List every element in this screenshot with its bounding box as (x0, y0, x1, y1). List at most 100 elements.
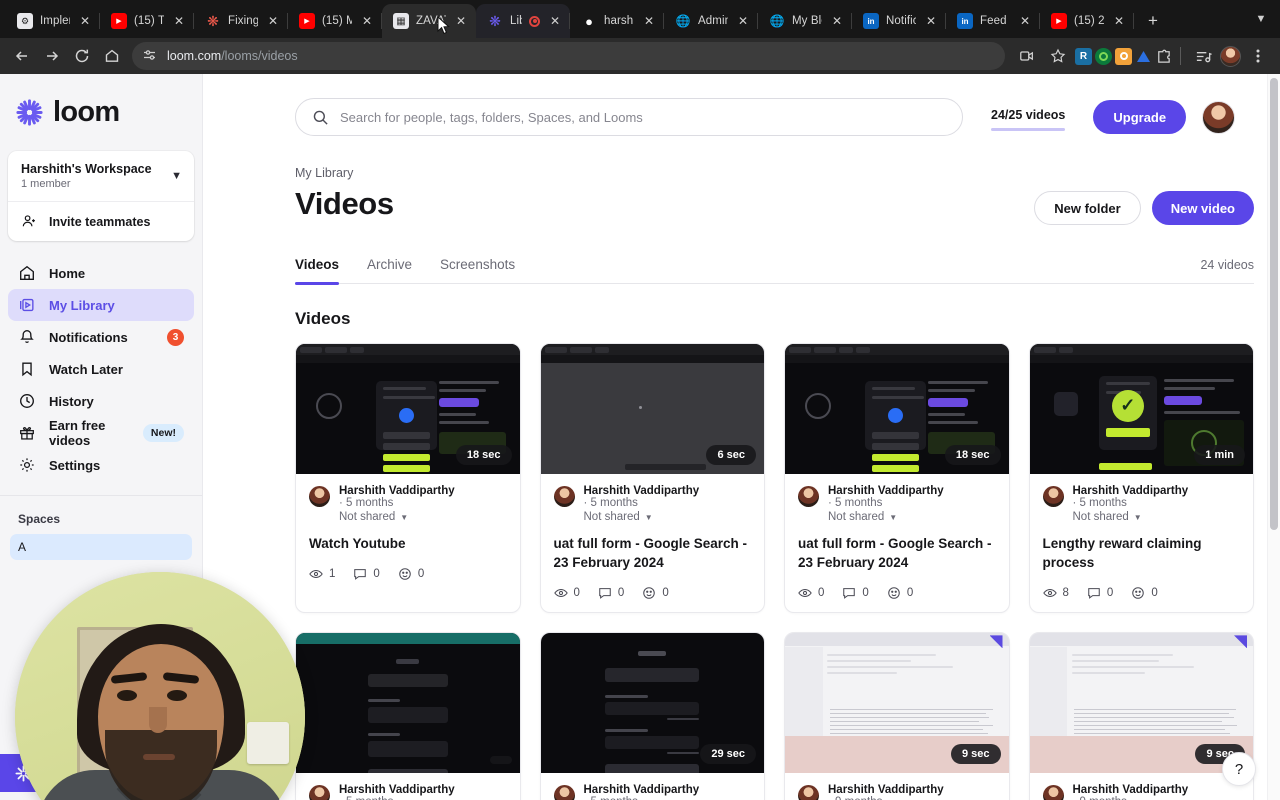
invite-teammates-button[interactable]: Invite teammates (8, 202, 194, 241)
close-icon[interactable]: ✕ (1017, 13, 1033, 29)
page-scrollbar-track[interactable] (1267, 74, 1280, 800)
close-icon[interactable]: ✕ (1111, 13, 1127, 29)
close-icon[interactable]: ✕ (265, 13, 281, 29)
chevron-down-icon[interactable]: ▼ (889, 513, 897, 522)
close-icon[interactable]: ✕ (453, 13, 469, 29)
video-card[interactable]: Harshith Vaddiparthy · 5 months (295, 632, 521, 800)
video-thumbnail[interactable]: 18 sec (785, 344, 1009, 474)
video-card[interactable]: 18 sec Harshith Vaddiparthy · 5 months (295, 343, 521, 613)
chevron-down-icon[interactable]: ▼ (645, 513, 653, 522)
video-card[interactable]: 9 sec Harshith Vaddiparthy · 9 months (784, 632, 1010, 800)
three-dot-menu-icon[interactable] (1244, 42, 1272, 70)
close-icon[interactable]: ✕ (547, 13, 563, 29)
puzzle-extensions-icon[interactable] (1155, 48, 1172, 65)
blue-triangle-icon[interactable] (1135, 48, 1152, 65)
chevron-down-icon[interactable]: ▼ (400, 513, 408, 522)
video-thumbnail[interactable]: ✓ (1030, 344, 1254, 474)
comment-icon (1087, 586, 1101, 600)
search-bar[interactable] (295, 98, 963, 136)
R-extension-icon[interactable]: R (1075, 48, 1092, 65)
brand[interactable]: loom (0, 92, 202, 129)
sidebar-item-watch-later[interactable]: Watch Later (8, 353, 194, 385)
space-item[interactable]: A (10, 534, 192, 560)
browser-tab[interactable]: ● harshith ✕ (570, 4, 664, 38)
video-card[interactable]: ✓ (1029, 343, 1255, 613)
browser-tab[interactable]: ▶ (15) Th ✕ (100, 4, 194, 38)
webcam-bubble[interactable] (15, 572, 305, 800)
avatar[interactable] (1202, 101, 1235, 134)
video-title[interactable]: Lengthy reward claiming process (1043, 534, 1241, 572)
close-icon[interactable]: ✕ (735, 13, 751, 29)
video-thumbnail[interactable]: 18 sec (296, 344, 520, 474)
video-thumbnail[interactable] (296, 633, 520, 773)
browser-tab[interactable]: ⚙ Implem ✕ (6, 4, 100, 38)
close-icon[interactable]: ✕ (171, 13, 187, 29)
screencast-icon[interactable] (1013, 42, 1041, 70)
video-thumbnail[interactable]: 6 sec (541, 344, 765, 474)
page-scrollbar-thumb[interactable] (1270, 78, 1278, 530)
profile-avatar[interactable] (1220, 46, 1241, 67)
grammarly-icon[interactable] (1095, 48, 1112, 65)
sidebar-item-history[interactable]: History (8, 385, 194, 417)
forward-arrow-icon[interactable] (38, 42, 66, 70)
page-settings-icon[interactable] (142, 48, 158, 64)
sidebar-item-my-library[interactable]: My Library (8, 289, 194, 321)
reading-list-icon[interactable] (1189, 42, 1217, 70)
browser-tab[interactable]: ▶ (15) 28 ✕ (1040, 4, 1134, 38)
video-card[interactable]: 18 sec Harshith Vaddiparthy · 5 months (784, 343, 1010, 613)
video-title[interactable]: uat full form - Google Search - 23 Febru… (798, 534, 996, 572)
chevron-down-icon[interactable]: ▼ (1248, 6, 1274, 32)
video-thumbnail[interactable]: 29 sec (541, 633, 765, 773)
video-card[interactable]: 9 sec Harshith Vaddiparthy · 9 months (1029, 632, 1255, 800)
tab-archive[interactable]: Archive (367, 257, 412, 283)
browser-tab[interactable]: ❋ Fixing E ✕ (194, 4, 288, 38)
video-title[interactable]: uat full form - Google Search - 23 Febru… (554, 534, 752, 572)
address-bar[interactable]: loom.com/looms/videos (132, 42, 1005, 70)
chevron-down-icon[interactable]: ▼ (1134, 513, 1142, 522)
new-folder-button[interactable]: New folder (1034, 191, 1140, 225)
close-icon[interactable]: ✕ (359, 13, 375, 29)
home-icon[interactable] (98, 42, 126, 70)
upgrade-button[interactable]: Upgrade (1093, 100, 1186, 134)
close-icon[interactable]: ✕ (77, 13, 93, 29)
sidebar-item-settings[interactable]: Settings (8, 449, 194, 481)
video-sharing[interactable]: Not shared ▼ (584, 511, 752, 523)
browser-tab[interactable]: ▶ (15) ME ✕ (288, 4, 382, 38)
video-thumbnail[interactable]: 9 sec (1030, 633, 1254, 773)
new-tab-button[interactable]: + (1140, 8, 1166, 34)
sidebar-item-notifications[interactable]: Notifications 3 (8, 321, 194, 353)
browser-tab[interactable]: 🌐 Admin D ✕ (664, 4, 758, 38)
reload-icon[interactable] (68, 42, 96, 70)
emoji-icon (642, 586, 656, 600)
video-card[interactable]: 29 sec Harshith Vaddiparthy · 5 months (540, 632, 766, 800)
video-card[interactable]: 6 sec Harshith Vaddiparthy · 5 months (540, 343, 766, 613)
star-icon[interactable] (1044, 42, 1072, 70)
browser-tab-active[interactable]: ▦ ZAVATA ✕ (382, 4, 476, 38)
chevron-down-icon[interactable]: ▼ (171, 170, 182, 182)
close-icon[interactable]: ✕ (923, 13, 939, 29)
browser-tab[interactable]: ❋ Libr ✕ (476, 4, 570, 38)
video-thumbnail[interactable]: 9 sec (785, 633, 1009, 773)
breadcrumb[interactable]: My Library (295, 166, 1254, 180)
help-button[interactable]: ? (1222, 752, 1256, 786)
search-input[interactable] (340, 110, 946, 125)
workspace-selector[interactable]: Harshith's Workspace 1 member ▼ (8, 151, 194, 201)
tab-screenshots[interactable]: Screenshots (440, 257, 515, 283)
close-icon[interactable]: ✕ (641, 13, 657, 29)
video-sharing[interactable]: Not shared ▼ (1073, 511, 1241, 523)
browser-tab[interactable]: in Feed | L ✕ (946, 4, 1040, 38)
sidebar-item-earn-free-videos[interactable]: Earn free videos New! (8, 417, 194, 449)
back-arrow-icon[interactable] (8, 42, 36, 70)
tab-videos[interactable]: Videos (295, 257, 339, 283)
invite-teammates-label: Invite teammates (49, 215, 150, 229)
close-icon[interactable]: ✕ (829, 13, 845, 29)
video-sharing[interactable]: Not shared ▼ (339, 511, 507, 523)
browser-tab[interactable]: in Notifica ✕ (852, 4, 946, 38)
video-sharing[interactable]: Not shared ▼ (828, 511, 996, 523)
eye-icon (1043, 586, 1057, 600)
new-video-button[interactable]: New video (1152, 191, 1254, 225)
orange-extension-icon[interactable] (1115, 48, 1132, 65)
video-title[interactable]: Watch Youtube (309, 534, 507, 553)
sidebar-item-home[interactable]: Home (8, 257, 194, 289)
browser-tab[interactable]: 🌐 My Blog ✕ (758, 4, 852, 38)
